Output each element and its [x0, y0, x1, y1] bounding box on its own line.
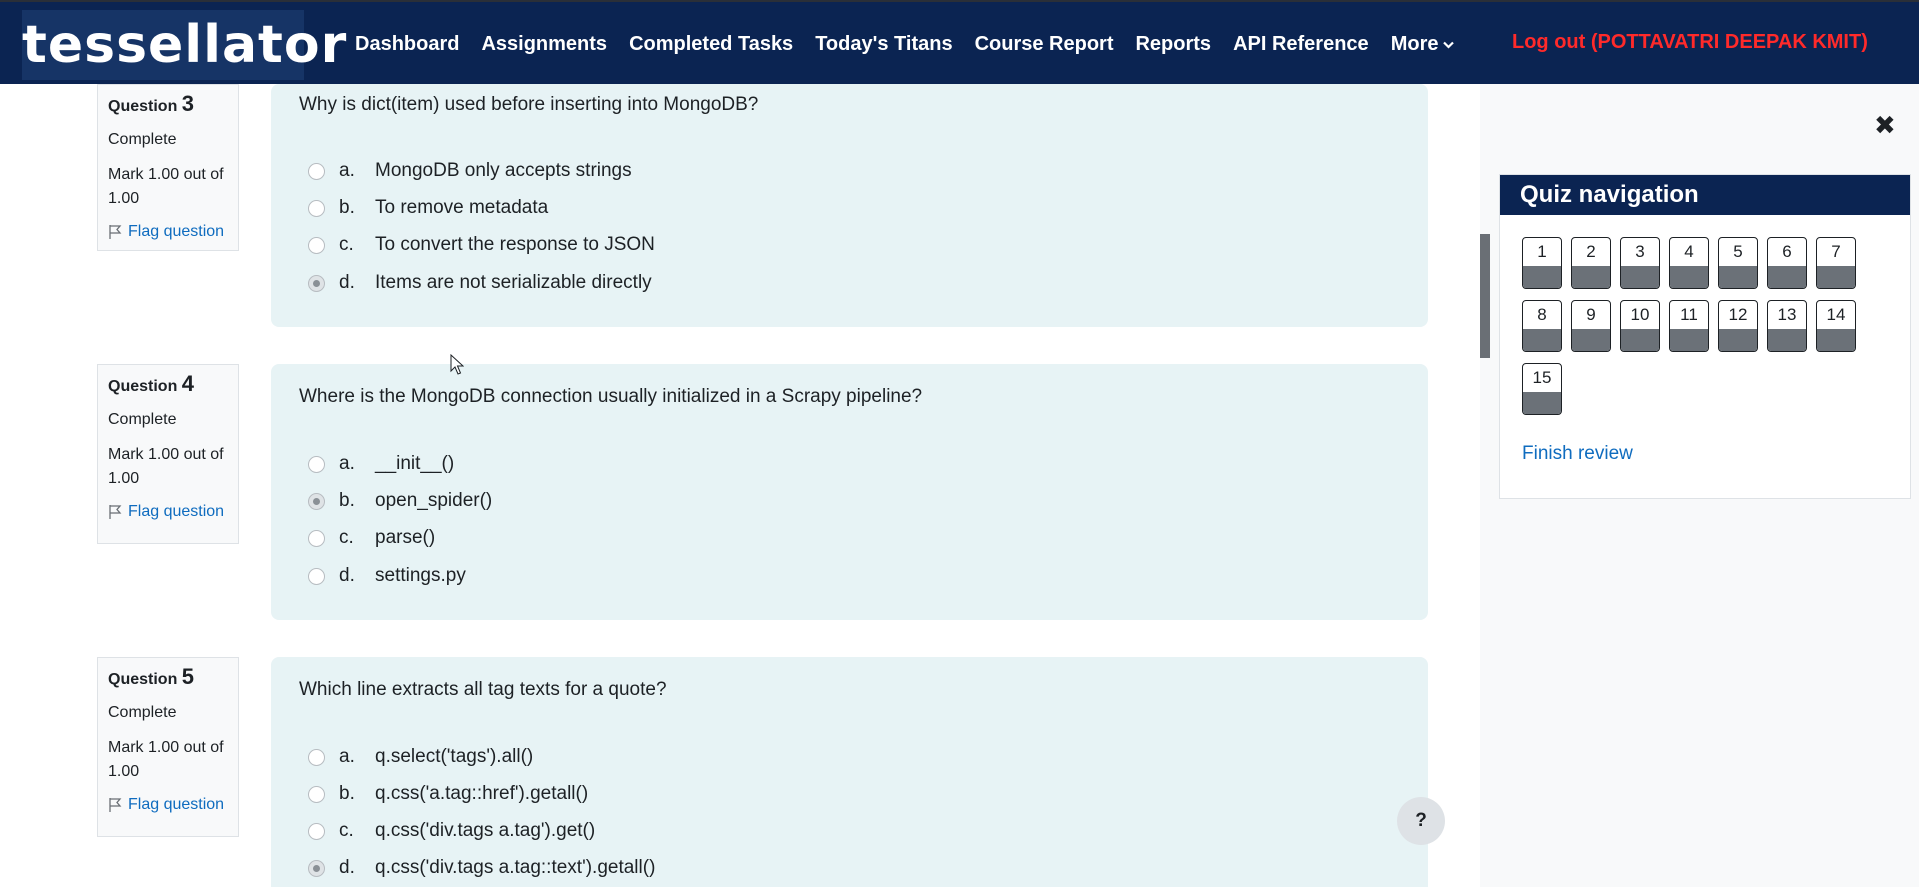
top-navbar: tessellator Dashboard Assignments Comple…: [0, 0, 1919, 84]
mouse-cursor-icon: [450, 354, 464, 375]
flag-question-button[interactable]: Flag question: [108, 503, 228, 521]
nav-course-report[interactable]: Course Report: [975, 33, 1114, 56]
quiz-nav-button[interactable]: 14: [1816, 300, 1856, 352]
quiz-navigation-title: Quiz navigation: [1500, 175, 1910, 215]
quiz-nav-button[interactable]: 10: [1620, 300, 1660, 352]
radio-button-selected[interactable]: [308, 492, 325, 510]
chevron-down-icon: [1443, 37, 1455, 52]
quiz-nav-button[interactable]: 7: [1816, 237, 1856, 289]
question-mark: Mark 1.00 out of 1.00: [108, 739, 224, 780]
nav-completed-tasks[interactable]: Completed Tasks: [629, 33, 793, 56]
question-state: Complete: [108, 411, 177, 428]
answer-option-d[interactable]: d. q.css('div.tags a.tag::text').getall(…: [308, 857, 655, 879]
radio-button[interactable]: [308, 455, 325, 473]
question-number: Question 3: [108, 91, 195, 116]
answer-option-c[interactable]: c. parse(): [308, 527, 435, 549]
question-mark: Mark 1.00 out of 1.00: [108, 166, 224, 207]
main-nav: Dashboard Assignments Completed Tasks To…: [355, 2, 1476, 86]
answer-option-a[interactable]: a. __init__(): [308, 453, 454, 475]
radio-button[interactable]: [308, 162, 325, 180]
nav-todays-titans[interactable]: Today's Titans: [815, 33, 952, 56]
radio-button-selected[interactable]: [308, 274, 325, 292]
answer-option-b[interactable]: b. To remove metadata: [308, 197, 548, 219]
question-number: Question 5: [108, 664, 195, 689]
answer-option-b[interactable]: b. q.css('a.tag::href').getall(): [308, 783, 588, 805]
radio-button[interactable]: [308, 199, 325, 217]
answer-option-d[interactable]: d. settings.py: [308, 565, 466, 587]
quiz-nav-button[interactable]: 12: [1718, 300, 1758, 352]
quiz-nav-button[interactable]: 11: [1669, 300, 1709, 352]
question-info-5: Question 5 Complete Mark 1.00 out of 1.0…: [97, 657, 239, 837]
answer-option-b[interactable]: b. open_spider(): [308, 490, 492, 512]
radio-button[interactable]: [308, 529, 325, 547]
site-logo[interactable]: tessellator: [22, 10, 346, 80]
nav-dashboard[interactable]: Dashboard: [355, 33, 459, 56]
flag-icon: [109, 505, 122, 519]
quiz-nav-button[interactable]: 6: [1767, 237, 1807, 289]
question-info-4: Question 4 Complete Mark 1.00 out of 1.0…: [97, 364, 239, 544]
question-text: Which line extracts all tag texts for a …: [299, 679, 667, 700]
answer-option-c[interactable]: c. To convert the response to JSON: [308, 234, 655, 256]
nav-more-label: More: [1390, 32, 1439, 55]
scrollbar-thumb[interactable]: [1480, 234, 1490, 358]
question-number: Question 4: [108, 371, 195, 396]
quiz-nav-button[interactable]: 1: [1522, 237, 1562, 289]
quiz-nav-button[interactable]: 13: [1767, 300, 1807, 352]
quiz-nav-button[interactable]: 3: [1620, 237, 1660, 289]
question-text: Where is the MongoDB connection usually …: [299, 386, 923, 407]
question-state: Complete: [108, 704, 177, 721]
help-button[interactable]: ?: [1397, 797, 1445, 845]
answer-option-c[interactable]: c. q.css('div.tags a.tag').get(): [308, 820, 595, 842]
flag-icon: [109, 225, 122, 239]
answer-option-a[interactable]: a. MongoDB only accepts strings: [308, 160, 632, 182]
radio-button[interactable]: [308, 785, 325, 803]
quiz-nav-button[interactable]: 5: [1718, 237, 1758, 289]
radio-button[interactable]: [308, 748, 325, 766]
radio-button[interactable]: [308, 567, 325, 585]
question-mark: Mark 1.00 out of 1.00: [108, 446, 224, 487]
nav-api-reference[interactable]: API Reference: [1233, 33, 1369, 56]
question-text: Why is dict(item) used before inserting …: [299, 94, 759, 115]
radio-button[interactable]: [308, 236, 325, 254]
nav-assignments[interactable]: Assignments: [481, 33, 607, 56]
nav-more-menu[interactable]: More: [1391, 33, 1455, 56]
answer-option-a[interactable]: a. q.select('tags').all(): [308, 746, 533, 768]
flag-icon: [109, 798, 122, 812]
answer-option-d[interactable]: d. Items are not serializable directly: [308, 272, 652, 294]
quiz-nav-button[interactable]: 9: [1571, 300, 1611, 352]
quiz-nav-button[interactable]: 4: [1669, 237, 1709, 289]
close-icon[interactable]: ✖: [1874, 112, 1896, 138]
quiz-navigation-block: Quiz navigation 1 2 3 4 5 6 7 8 9 10 11 …: [1499, 174, 1911, 499]
logout-link[interactable]: Log out (POTTAVATRI DEEPAK KMIT): [1512, 31, 1868, 54]
radio-button[interactable]: [308, 822, 325, 840]
radio-button-selected[interactable]: [308, 859, 325, 877]
flag-question-button[interactable]: Flag question: [108, 223, 228, 241]
question-box-4: Where is the MongoDB connection usually …: [271, 364, 1428, 620]
question-state: Complete: [108, 131, 177, 148]
nav-reports[interactable]: Reports: [1135, 33, 1211, 56]
quiz-nav-button[interactable]: 15: [1522, 363, 1562, 415]
finish-review-link[interactable]: Finish review: [1522, 443, 1633, 465]
quiz-nav-button[interactable]: 2: [1571, 237, 1611, 289]
question-info-3: Question 3 Complete Mark 1.00 out of 1.0…: [97, 84, 239, 251]
quiz-nav-button[interactable]: 8: [1522, 300, 1562, 352]
question-box-3: Why is dict(item) used before inserting …: [271, 84, 1428, 327]
question-box-5: Which line extracts all tag texts for a …: [271, 657, 1428, 887]
flag-question-button[interactable]: Flag question: [108, 796, 228, 814]
